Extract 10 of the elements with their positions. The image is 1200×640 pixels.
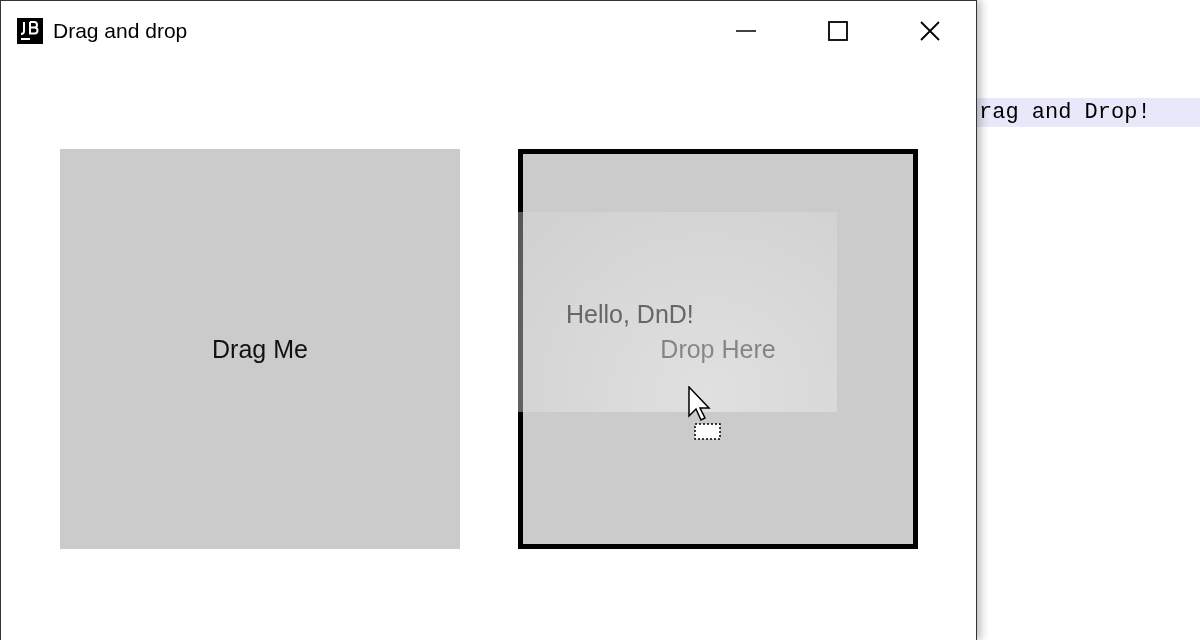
window-title: Drag and drop xyxy=(53,19,188,43)
close-icon xyxy=(920,21,940,41)
drop-target-label: Drop Here xyxy=(660,334,776,364)
maximize-icon xyxy=(828,21,848,41)
drag-cursor-icon xyxy=(688,386,724,442)
drag-preview-label: Hello, DnD! xyxy=(566,300,694,328)
drag-source-label: Drag Me xyxy=(212,334,308,364)
app-logo-icon xyxy=(17,18,43,44)
minimize-icon xyxy=(736,30,756,32)
drag-source-panel[interactable]: Drag Me xyxy=(60,149,460,549)
